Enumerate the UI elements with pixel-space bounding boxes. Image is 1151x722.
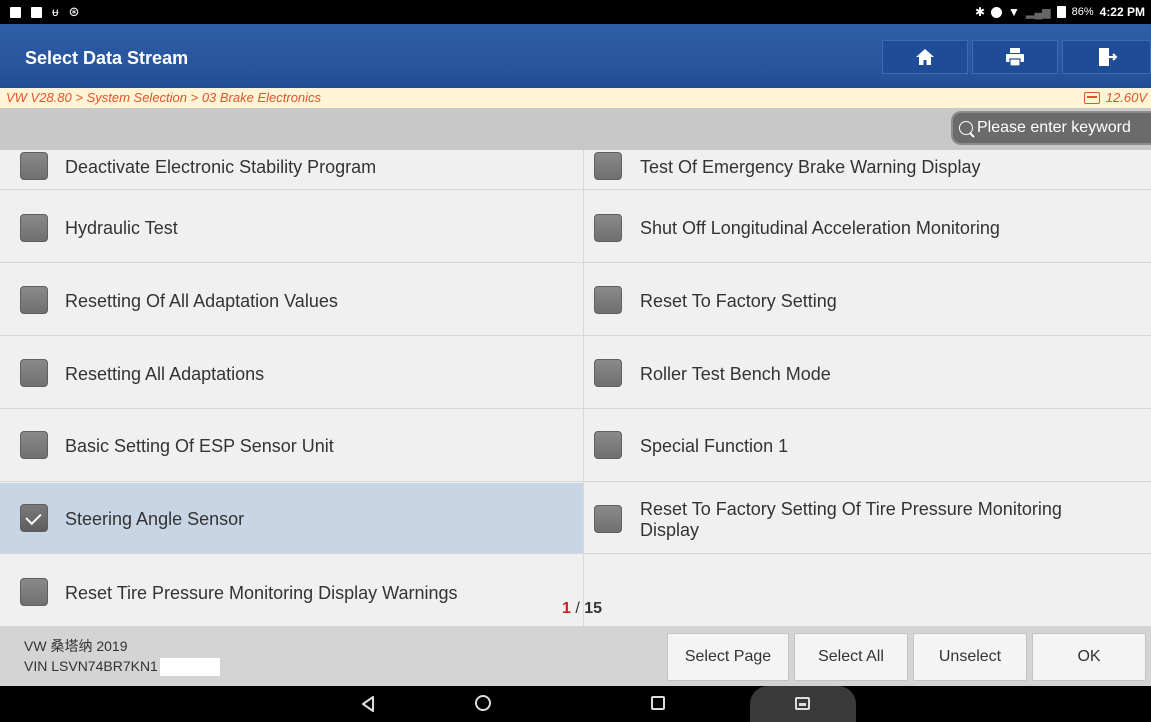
- checkbox[interactable]: [20, 286, 48, 314]
- list-item[interactable]: Reset Tire Pressure Monitoring Display W…: [0, 555, 583, 626]
- home-nav-icon[interactable]: [475, 695, 491, 711]
- status-bar: ᵾ ⊛ ✱ ▼ ▂▄▆ 86% 4:22 PM: [0, 0, 1151, 24]
- select-page-button[interactable]: Select Page: [667, 633, 789, 681]
- print-button[interactable]: [972, 40, 1058, 74]
- do-not-disturb-icon: [991, 6, 1002, 18]
- breadcrumb-path: VW V28.80 > System Selection > 03 Brake …: [6, 90, 322, 105]
- item-label: Special Function 1: [640, 436, 789, 456]
- recent-apps-icon[interactable]: [651, 696, 665, 710]
- item-label: Deactivate Electronic Stability Program: [65, 157, 377, 177]
- list-item[interactable]: Reset To Factory Setting Of Tire Pressur…: [584, 483, 1151, 554]
- car-battery-icon: [1083, 92, 1100, 104]
- page-indicator: 1 / 15: [562, 600, 602, 618]
- item-label: Roller Test Bench Mode: [640, 364, 831, 384]
- sd-card-icon: [31, 6, 42, 18]
- settings-icon: ⊛: [68, 4, 80, 19]
- current-page: 1: [562, 600, 571, 617]
- item-label: Reset Tire Pressure Monitoring Display W…: [65, 583, 458, 603]
- checkbox[interactable]: [20, 578, 48, 606]
- search-placeholder: Please enter keyword: [977, 119, 1131, 136]
- unselect-button[interactable]: Unselect: [913, 633, 1027, 681]
- page-title: Select Data Stream: [25, 48, 189, 68]
- vin-redaction: [159, 658, 220, 677]
- item-label: Reset To Factory Setting Of Tire Pressur…: [640, 499, 1062, 540]
- screenshot-button[interactable]: [750, 686, 856, 722]
- system-nav-bar: [0, 686, 1151, 722]
- item-label: Shut Off Longitudinal Acceleration Monit…: [640, 218, 1000, 238]
- vin-line: VIN LSVN74BR7KN1: [24, 656, 220, 677]
- item-label: Hydraulic Test: [65, 218, 178, 238]
- footer-bar: VW 桑塔纳 2019 VIN LSVN74BR7KN1 Select Page…: [0, 626, 1151, 686]
- voltage-value: 12.60V: [1105, 90, 1147, 105]
- battery-icon: [1056, 6, 1066, 18]
- list-item[interactable]: Roller Test Bench Mode: [584, 336, 1151, 409]
- item-label: Resetting All Adaptations: [65, 364, 265, 384]
- item-label: Reset To Factory Setting: [640, 291, 837, 311]
- clock: 4:22 PM: [1099, 5, 1145, 19]
- list-item[interactable]: Reset To Factory Setting: [584, 263, 1151, 336]
- item-label: Test Of Emergency Brake Warning Display: [640, 157, 981, 177]
- exit-button[interactable]: [1062, 40, 1151, 74]
- list-item[interactable]: Shut Off Longitudinal Acceleration Monit…: [584, 190, 1151, 263]
- list-item[interactable]: Basic Setting Of ESP Sensor Unit: [0, 409, 583, 482]
- list-item-selected[interactable]: Steering Angle Sensor: [0, 483, 583, 554]
- data-stream-list: Deactivate Electronic Stability Program …: [0, 150, 1151, 626]
- exit-icon: [1098, 48, 1117, 66]
- checkbox[interactable]: [20, 152, 48, 180]
- search-icon: [959, 121, 973, 135]
- home-icon: [916, 49, 934, 65]
- signal-icon: ▂▄▆: [1025, 6, 1051, 19]
- vehicle-info: VW 桑塔纳 2019 VIN LSVN74BR7KN1: [24, 636, 220, 677]
- list-item[interactable]: Deactivate Electronic Stability Program: [0, 150, 583, 190]
- breadcrumb: VW V28.80 > System Selection > 03 Brake …: [0, 88, 1151, 108]
- search-bar: Please enter keyword: [0, 108, 1151, 150]
- notification-icon: [10, 6, 21, 18]
- status-icons-left: ᵾ ⊛: [10, 4, 79, 20]
- list-item[interactable]: Special Function 1: [584, 409, 1151, 482]
- page-separator: /: [575, 600, 580, 617]
- gallery-icon: [795, 697, 810, 710]
- battery-percent: 86%: [1071, 6, 1094, 18]
- bluetooth-icon: ✱: [974, 5, 985, 19]
- vin-number: VIN LSVN74BR7KN1: [24, 658, 158, 674]
- vehicle-model: VW 桑塔纳 2019: [24, 638, 128, 654]
- checkbox[interactable]: [594, 431, 622, 459]
- item-label: Resetting Of All Adaptation Values: [65, 291, 338, 311]
- total-pages: 15: [584, 600, 603, 617]
- item-label: Steering Angle Sensor: [65, 509, 245, 529]
- usb-icon: ᵾ: [52, 5, 59, 19]
- list-item[interactable]: Hydraulic Test: [0, 190, 583, 263]
- list-item[interactable]: Resetting Of All Adaptation Values: [0, 263, 583, 336]
- title-bar: Select Data Stream: [0, 24, 1151, 88]
- checkbox[interactable]: [594, 359, 622, 387]
- checkbox[interactable]: [594, 286, 622, 314]
- select-all-button[interactable]: Select All: [794, 633, 908, 681]
- checkbox[interactable]: [20, 359, 48, 387]
- checkbox[interactable]: [594, 152, 622, 180]
- back-icon[interactable]: [360, 695, 376, 713]
- checkbox[interactable]: [594, 505, 622, 533]
- print-icon: [1006, 48, 1024, 67]
- checkbox[interactable]: [20, 431, 48, 459]
- list-item[interactable]: Test Of Emergency Brake Warning Display: [584, 150, 1151, 190]
- battery-voltage: 12.60V: [1083, 88, 1147, 108]
- checkbox[interactable]: [594, 214, 622, 242]
- checkbox-checked[interactable]: [20, 504, 48, 532]
- list-item[interactable]: Resetting All Adaptations: [0, 336, 583, 409]
- checkbox[interactable]: [20, 214, 48, 242]
- status-icons-right: ✱ ▼ ▂▄▆ 86% 4:22 PM: [975, 5, 1145, 19]
- home-button[interactable]: [882, 40, 968, 74]
- wifi-icon: ▼: [1008, 5, 1020, 19]
- item-label: Basic Setting Of ESP Sensor Unit: [65, 436, 334, 456]
- search-input[interactable]: Please enter keyword: [951, 111, 1151, 145]
- ok-button[interactable]: OK: [1032, 633, 1146, 681]
